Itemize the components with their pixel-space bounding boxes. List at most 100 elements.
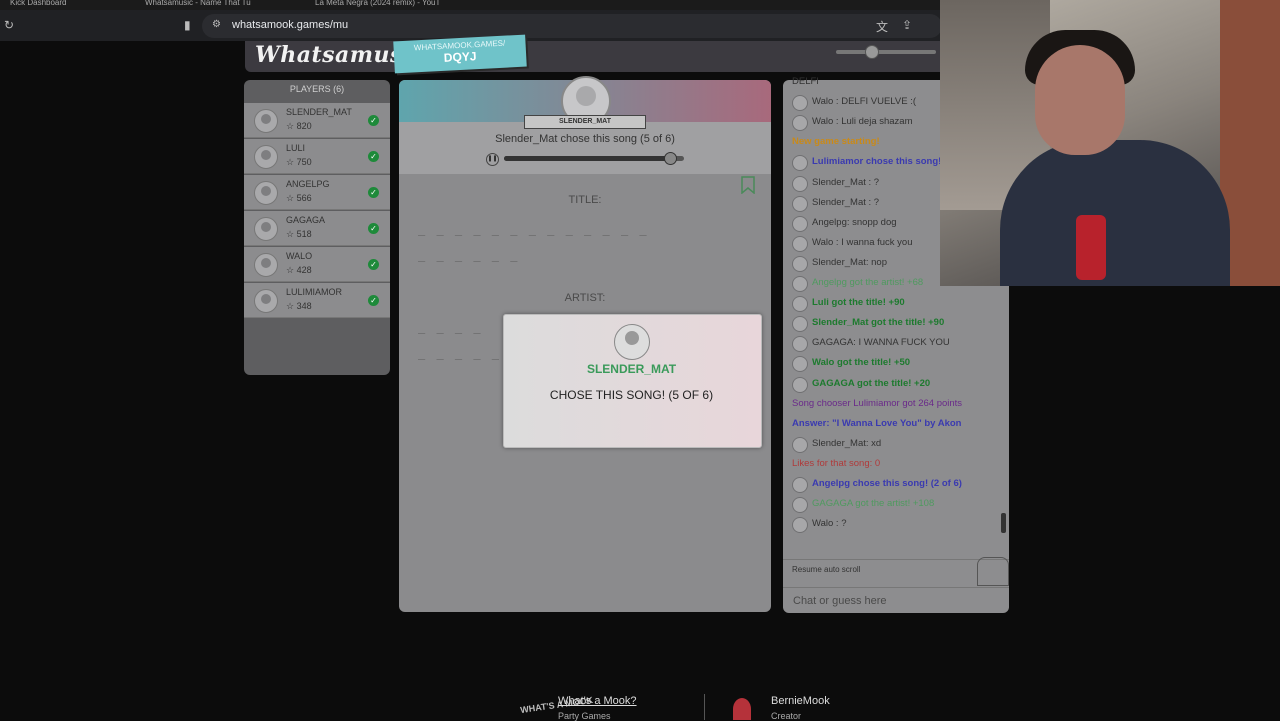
browser-tab-active[interactable]: Whatsamusic - Name That Tu	[145, 0, 285, 10]
player-row[interactable]: WALO ☆ 428 ✓	[244, 247, 390, 282]
check-icon: ✓	[368, 223, 379, 234]
playback-progress-handle[interactable]	[663, 152, 677, 165]
chat-avatar	[792, 477, 808, 493]
modal-message: CHOSE THIS SONG! (5 OF 6)	[549, 388, 714, 402]
chat-message-text: Luli got the title! +90	[812, 297, 905, 309]
chat-message-text: Slender_Mat got the title! +90	[812, 317, 945, 329]
chat-avatar	[792, 95, 808, 112]
player-name: ANGELPG	[286, 179, 330, 189]
chat-message-text: Slender_Mat: nop	[812, 256, 887, 268]
player-points-value: 820	[296, 121, 312, 131]
chat-avatar	[792, 436, 808, 453]
creator-avatar[interactable]	[733, 698, 751, 720]
chat-message-text: New game starting!	[792, 136, 880, 148]
reload-icon[interactable]: ↻	[4, 18, 14, 32]
chat-message-text: Angelpg: snopp dog	[812, 216, 897, 228]
player-avatar	[254, 217, 278, 241]
chat-message: Walo : ?	[783, 514, 1009, 534]
chat-message-text: Answer: "I Wanna Love You" by Akon	[792, 417, 962, 429]
webcam-person-body	[1000, 140, 1230, 286]
share-icon[interactable]: ⇪	[902, 18, 912, 32]
chat-message: Slender_Mat: xd	[783, 434, 1009, 454]
player-name: SLENDER_MAT	[286, 107, 352, 117]
url-text[interactable]: whatsamook.games/mu	[232, 19, 348, 31]
bookmark-icon[interactable]: ▮	[184, 18, 191, 32]
player-points: ☆ 428	[286, 265, 312, 276]
save-song-icon[interactable]	[741, 176, 755, 194]
chat-avatar	[792, 296, 808, 313]
scroll-down-button[interactable]	[977, 557, 1009, 586]
chat-message-text: Slender_Mat: xd	[812, 437, 882, 449]
player-row[interactable]: GAGAGA ☆ 518 ✓	[244, 211, 390, 246]
chat-message: Walo got the title! +50	[783, 353, 1009, 373]
artist-blanks: _ _ _ _ _	[418, 346, 502, 360]
chat-message-text: Walo : I wanna fuck you	[812, 236, 913, 248]
chat-avatar	[792, 497, 808, 514]
player-row[interactable]: SLENDER_MAT ☆ 820 ✓	[244, 103, 390, 138]
chooser-line: Slender_Mat chose this song (5 of 6)	[495, 133, 675, 145]
players-heading: PLAYERS (6)	[289, 84, 345, 94]
star-icon: ☆	[286, 193, 297, 203]
title-label: TITLE:	[568, 194, 602, 206]
pause-icon[interactable]: ❚❚	[486, 153, 499, 166]
star-icon: ☆	[286, 229, 297, 239]
browser-tab[interactable]: La Meta Negra (2024 remix) - YouT	[315, 0, 465, 10]
player-points-value: 348	[296, 301, 312, 311]
browser-tab[interactable]: Kick Dashboard	[10, 0, 110, 10]
translate-icon[interactable]: 文	[876, 18, 888, 35]
player-points: ☆ 566	[286, 193, 312, 204]
resume-auto-scroll-button[interactable]: Resume auto scroll	[792, 565, 860, 574]
chat-message: Luli got the title! +90	[783, 293, 1009, 313]
chat-message: Song chooser Lulimiamor got 264 points	[783, 394, 1009, 414]
star-icon: ☆	[286, 121, 297, 131]
player-points-value: 428	[296, 265, 312, 275]
player-row[interactable]: LULI ☆ 750 ✓	[244, 139, 390, 174]
chat-avatar	[792, 276, 808, 292]
volume-slider[interactable]	[836, 50, 936, 54]
modal-avatar	[614, 324, 650, 360]
chat-message-text: GAGAGA got the artist! +108	[812, 498, 935, 510]
volume-slider-handle[interactable]	[865, 45, 879, 59]
chat-message-text: Walo got the title! +50	[812, 357, 911, 369]
artist-blanks: _ _ _ _	[418, 320, 483, 334]
player-avatar	[254, 181, 278, 205]
creator-link[interactable]: BernieMook	[771, 695, 830, 707]
player-avatar	[254, 289, 278, 313]
player-points-value: 518	[296, 229, 312, 239]
player-points: ☆ 750	[286, 157, 312, 168]
chat-scrollbar[interactable]	[1001, 513, 1006, 533]
chat-avatar	[792, 336, 808, 353]
check-icon: ✓	[368, 151, 379, 162]
star-icon: ☆	[286, 301, 297, 311]
chat-message-text: Walo : Luli deja shazam	[812, 116, 913, 128]
check-icon: ✓	[368, 115, 379, 126]
player-name: LULI	[286, 143, 306, 153]
chat-avatar	[792, 115, 808, 132]
player-points-value: 750	[296, 157, 312, 167]
site-settings-icon[interactable]: ⚙	[212, 19, 221, 30]
player-avatar	[254, 253, 278, 277]
chat-input-bar	[783, 587, 1009, 613]
chat-message: GAGAGA got the artist! +108	[783, 494, 1009, 514]
chat-input[interactable]	[791, 592, 995, 610]
player-name: LULIMIAMOR	[286, 287, 343, 297]
modal-chooser-name: SLENDER_MAT	[586, 362, 677, 376]
whats-a-mook-link[interactable]: What's a Mook?	[558, 695, 637, 707]
stage-subheader	[399, 122, 771, 174]
player-points: ☆ 820	[286, 121, 312, 132]
chat-message: GAGAGA got the title! +20	[783, 374, 1009, 394]
chat-avatar	[792, 255, 808, 272]
chat-message-text: Angelpg chose this song! (2 of 6)	[812, 478, 962, 489]
check-icon: ✓	[368, 295, 379, 306]
chat-avatar	[792, 356, 808, 373]
chat-message-text: Slender_Mat : ?	[812, 176, 880, 188]
chat-message: Likes for that song: 0	[783, 454, 1009, 474]
player-row[interactable]: LULIMIAMOR ☆ 348 ✓	[244, 283, 390, 318]
title-blanks: _ _ _ _ _ _ _ _ _ _ _ _ _	[418, 222, 649, 236]
chat-avatar	[792, 215, 808, 232]
player-row[interactable]: ANGELPG ☆ 566 ✓	[244, 175, 390, 210]
chat-message: Answer: "I Wanna Love You" by Akon	[783, 414, 1009, 434]
player-points: ☆ 518	[286, 229, 312, 240]
footer-divider	[704, 694, 705, 720]
chat-message-text: Slender_Mat : ?	[812, 196, 880, 208]
